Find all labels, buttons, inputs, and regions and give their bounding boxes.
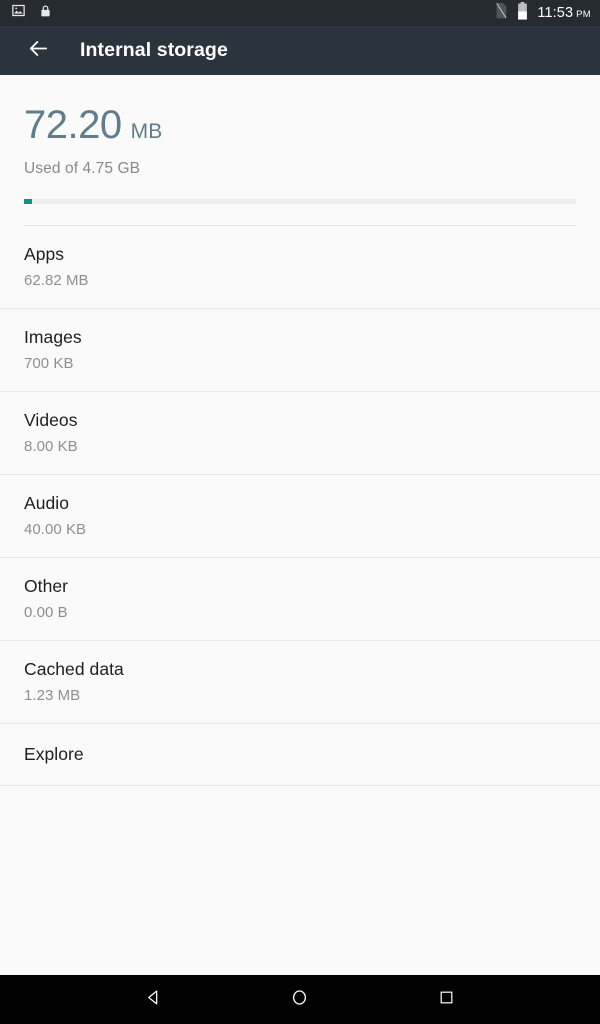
storage-row-explore[interactable]: Explore bbox=[0, 724, 600, 786]
storage-row-title: Videos bbox=[24, 410, 78, 430]
storage-row-size: 1.23 MB bbox=[24, 687, 81, 704]
action-bar: Internal storage bbox=[0, 26, 600, 75]
storage-progress-fill bbox=[24, 199, 33, 204]
triangle-left-icon bbox=[144, 988, 163, 1012]
storage-row-size: 0.00 B bbox=[24, 604, 68, 621]
android-screen: 11:53 PM Internal storage 72.20 MB Used … bbox=[0, 0, 600, 1024]
square-icon bbox=[438, 989, 455, 1011]
screenshot-image-icon bbox=[11, 3, 26, 23]
storage-row-apps[interactable]: Apps 62.82 MB bbox=[0, 226, 600, 309]
storage-row-images[interactable]: Images 700 KB bbox=[0, 309, 600, 392]
circle-icon bbox=[290, 988, 309, 1012]
storage-row-title: Images bbox=[24, 327, 82, 347]
nav-back-button[interactable] bbox=[125, 975, 181, 1024]
status-bar-right-icons: 11:53 PM bbox=[494, 1, 591, 25]
storage-total-caption: Used of 4.75 GB bbox=[24, 160, 141, 177]
status-bar-clock: 11:53 PM bbox=[537, 5, 591, 21]
page-title: Internal storage bbox=[80, 39, 228, 61]
storage-used-unit: MB bbox=[130, 120, 163, 143]
storage-summary: 72.20 MB Used of 4.75 GB bbox=[0, 75, 600, 226]
nav-home-button[interactable] bbox=[272, 975, 328, 1024]
battery-icon bbox=[517, 1, 528, 25]
clock-meridiem: PM bbox=[576, 9, 591, 20]
storage-row-title: Explore bbox=[24, 744, 84, 764]
storage-row-size: 700 KB bbox=[24, 355, 74, 372]
storage-used-value: 72.20 bbox=[24, 103, 122, 147]
storage-row-title: Apps bbox=[24, 244, 65, 264]
back-button[interactable] bbox=[18, 31, 58, 71]
storage-row-size: 62.82 MB bbox=[24, 272, 89, 289]
clock-time: 11:53 bbox=[537, 5, 574, 21]
storage-progress-track bbox=[24, 199, 576, 204]
storage-row-title: Other bbox=[24, 576, 69, 596]
storage-row-other[interactable]: Other 0.00 B bbox=[0, 558, 600, 641]
storage-used-amount: 72.20 MB bbox=[24, 105, 576, 145]
storage-row-audio[interactable]: Audio 40.00 KB bbox=[0, 475, 600, 558]
status-bar-left-icons bbox=[11, 3, 52, 24]
status-bar: 11:53 PM bbox=[0, 0, 600, 26]
screen-lock-icon bbox=[39, 3, 52, 24]
storage-row-title: Cached data bbox=[24, 659, 124, 679]
no-sim-card-icon bbox=[494, 2, 508, 24]
storage-row-size: 40.00 KB bbox=[24, 521, 87, 538]
storage-row-cached-data[interactable]: Cached data 1.23 MB bbox=[0, 641, 600, 724]
storage-category-list: Apps 62.82 MB Images 700 KB Videos 8.00 KB Aud… bbox=[0, 226, 600, 786]
storage-row-videos[interactable]: Videos 8.00 KB bbox=[0, 392, 600, 475]
arrow-back-icon bbox=[27, 37, 50, 65]
storage-row-title: Audio bbox=[24, 493, 70, 513]
storage-row-size: 8.00 KB bbox=[24, 438, 78, 455]
navigation-bar bbox=[0, 975, 600, 1024]
nav-recents-button[interactable] bbox=[419, 975, 475, 1024]
main-content: 72.20 MB Used of 4.75 GB Apps 62.82 MB Ima… bbox=[0, 75, 600, 975]
